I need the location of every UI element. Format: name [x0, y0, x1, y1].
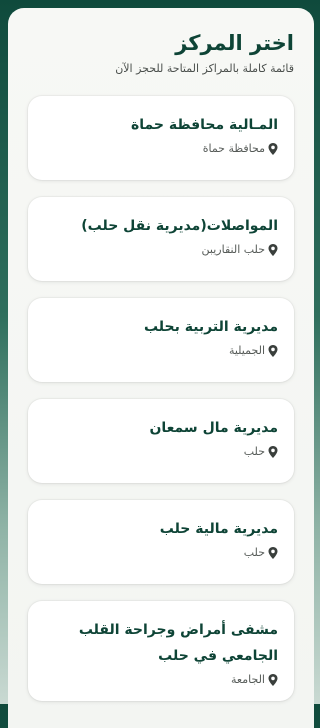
center-location-text: حلب: [243, 546, 265, 559]
center-card[interactable]: مشفى أمراض وجراحة القلب الجامعي في حلب ا…: [28, 601, 294, 701]
center-location: حلب: [44, 445, 278, 459]
center-location: حلب النقاريبن: [44, 243, 278, 257]
page-subtitle: قائمة كاملة بالمراكز المتاحة للحجز الآن: [115, 62, 294, 75]
center-card[interactable]: مديرية التربية بحلب الجميلية: [28, 298, 294, 382]
map-pin-icon: [268, 446, 278, 458]
page-title: اختر المركز: [175, 31, 294, 55]
map-pin-icon: [268, 345, 278, 357]
center-location-text: الجميلية: [228, 344, 265, 357]
map-pin-icon: [268, 547, 278, 559]
center-location-text: حلب النقاريبن: [201, 243, 265, 256]
center-name: المواصلات(مديرية نقل حلب): [81, 218, 278, 234]
map-pin-icon: [268, 143, 278, 155]
center-location: حلب: [44, 546, 278, 560]
center-location-text: محافظة حماة: [202, 142, 265, 155]
center-name: المـالية محافظة حماة: [131, 117, 278, 133]
center-name: مشفى أمراض وجراحة القلب الجامعي في حلب: [78, 622, 278, 664]
center-location: الجامعة: [44, 673, 278, 687]
center-location: الجميلية: [44, 344, 278, 358]
center-card[interactable]: المـالية محافظة حماة محافظة حماة: [28, 96, 294, 180]
map-pin-icon: [268, 674, 278, 686]
center-location: محافظة حماة: [44, 142, 278, 156]
centers-list: المـالية محافظة حماة محافظة حماة المواصل…: [28, 96, 294, 701]
center-selection-sheet: اختر المركز قائمة كاملة بالمراكز المتاحة…: [8, 8, 314, 728]
center-name: مديرية التربية بحلب: [143, 319, 278, 335]
map-pin-icon: [268, 244, 278, 256]
center-location-text: حلب: [243, 445, 265, 458]
center-location-text: الجامعة: [231, 673, 265, 686]
center-card[interactable]: مديرية مالية حلب حلب: [28, 500, 294, 584]
center-name: مديرية مالية حلب: [159, 521, 278, 537]
center-card[interactable]: المواصلات(مديرية نقل حلب) حلب النقاريبن: [28, 197, 294, 281]
center-card[interactable]: مديرية مال سمعان حلب: [28, 399, 294, 483]
center-name: مديرية مال سمعان: [149, 420, 278, 436]
